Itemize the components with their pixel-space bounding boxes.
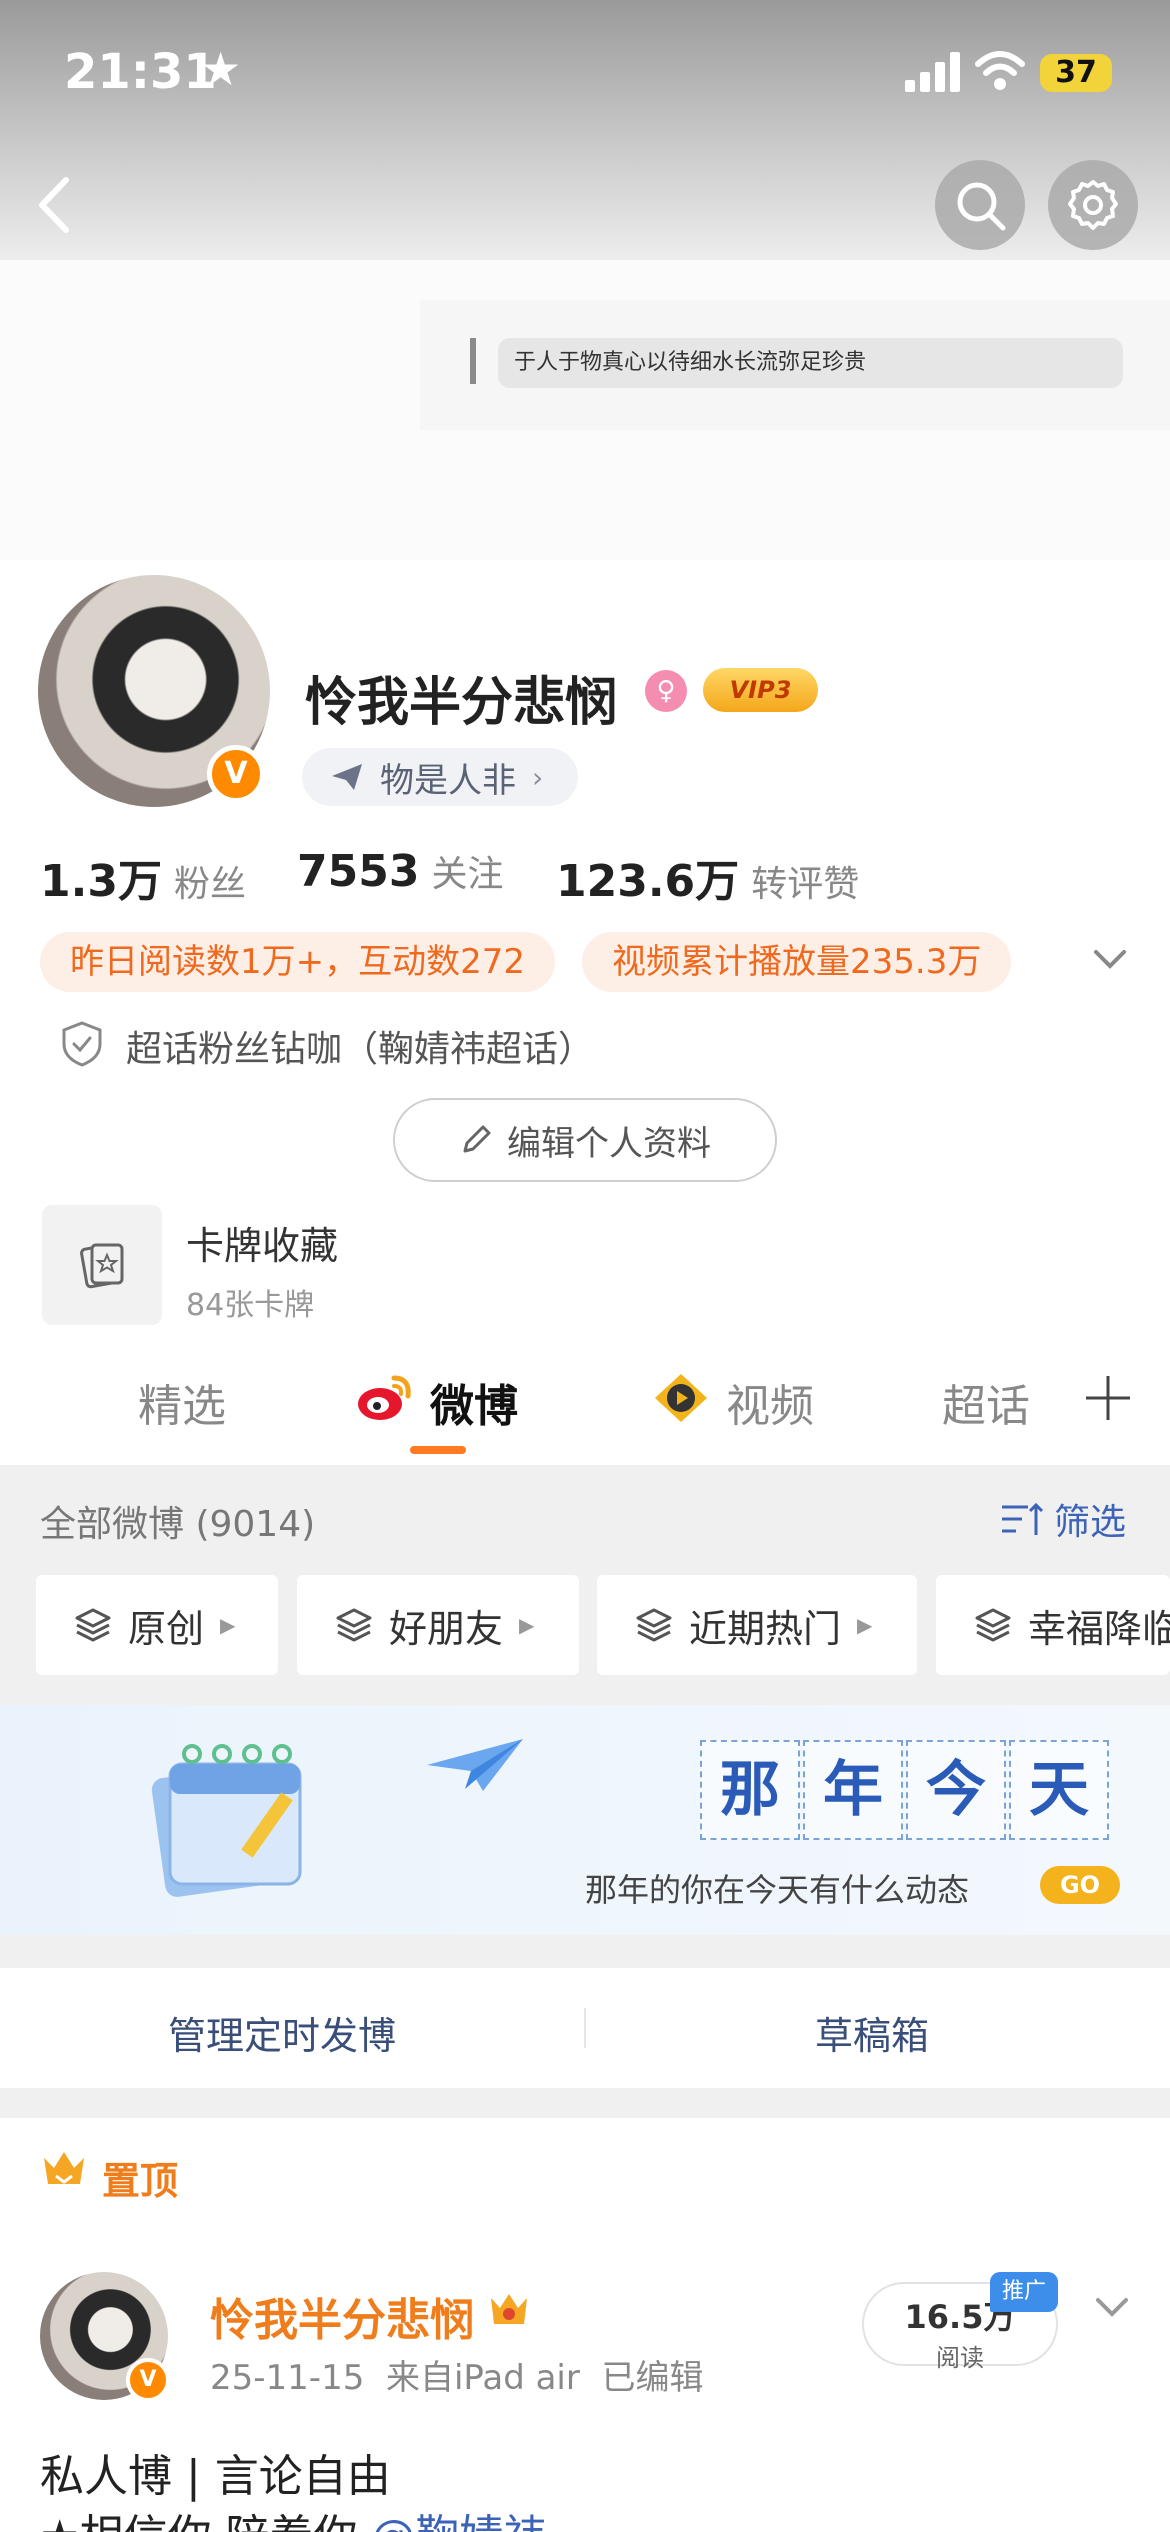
divider bbox=[584, 2008, 586, 2048]
all-posts-count: 全部微博 (9014) bbox=[40, 1504, 316, 1545]
engagement-stat[interactable]: 123.6万 转评赞 bbox=[556, 845, 859, 909]
fans-label: 粉丝 bbox=[173, 864, 246, 905]
card-icon bbox=[80, 1243, 124, 1289]
verified-badge-icon: V bbox=[126, 2358, 170, 2402]
triangle-right-icon: ▶ bbox=[220, 1613, 236, 1637]
text-cursor-bar bbox=[470, 338, 476, 384]
weibo-icon bbox=[358, 1375, 411, 1420]
layers-icon bbox=[75, 1608, 111, 1642]
layers-icon bbox=[336, 1608, 372, 1642]
scheduled-posts-button[interactable]: 管理定时发博 bbox=[168, 2005, 396, 2060]
mention-link[interactable]: @鞠婧祎 bbox=[371, 2511, 547, 2532]
post-text-line-2: ★相信你 陪着你 @鞠婧祎 bbox=[40, 2500, 547, 2532]
profile-tag[interactable]: 物是人非 › bbox=[302, 748, 578, 806]
fan-title[interactable]: 超话粉丝钻咖（鞠婧祎超话） bbox=[126, 1020, 594, 1072]
pinned-label: 置顶 bbox=[102, 2159, 179, 2203]
plus-icon[interactable] bbox=[1082, 1372, 1134, 1424]
tab-supertopic[interactable]: 超话 bbox=[942, 1370, 1030, 1434]
back-arrow-icon[interactable] bbox=[28, 170, 78, 240]
following-label: 关注 bbox=[431, 854, 504, 895]
banner-subtitle: 那年的你在今天有什么动态 bbox=[585, 1871, 970, 1909]
wifi-icon bbox=[975, 51, 1025, 90]
chevron-down-icon[interactable] bbox=[1092, 2292, 1132, 2322]
female-icon: ♀ bbox=[645, 670, 687, 712]
profile-tag-label: 物是人非 bbox=[380, 760, 516, 801]
following-count: 7553 bbox=[297, 846, 420, 897]
username: 怜我半分悲悯 bbox=[305, 673, 618, 733]
paper-plane-icon bbox=[427, 1739, 523, 1791]
tab-featured[interactable]: 精选 bbox=[138, 1370, 226, 1434]
promote-tag[interactable]: 推广 bbox=[990, 2272, 1058, 2312]
pencil-icon bbox=[463, 1125, 491, 1153]
engagement-label: 转评赞 bbox=[751, 864, 860, 905]
post-author-name[interactable]: 怜我半分悲悯 bbox=[210, 2284, 474, 2348]
star-icon: ★ bbox=[200, 42, 242, 96]
edit-profile-button[interactable]: 编辑个人资料 bbox=[393, 1098, 777, 1182]
triangle-right-icon: ▶ bbox=[519, 1613, 535, 1637]
filter-button[interactable]: 筛选 bbox=[1000, 1493, 1126, 1545]
video-badge[interactable]: 视频累计播放量235.3万 bbox=[582, 932, 1012, 992]
settings-button[interactable] bbox=[1048, 160, 1138, 250]
fans-stat[interactable]: 1.3万 粉丝 bbox=[40, 845, 246, 909]
card-collection-button[interactable] bbox=[42, 1205, 162, 1325]
status-time: 21:31 bbox=[64, 44, 217, 100]
chevron-right-icon: › bbox=[532, 760, 544, 794]
card-collection-title[interactable]: 卡牌收藏 bbox=[186, 1215, 338, 1270]
verified-badge-icon: V bbox=[207, 745, 265, 803]
chip-friends-label: 好朋友 bbox=[389, 1606, 504, 1651]
layers-icon bbox=[975, 1608, 1011, 1642]
banner-char-4: 天 bbox=[1009, 1740, 1109, 1840]
engagement-count: 123.6万 bbox=[556, 856, 740, 907]
fans-count: 1.3万 bbox=[40, 856, 162, 907]
paper-plane-icon bbox=[332, 764, 362, 790]
banner-char-1: 那 bbox=[700, 1740, 800, 1840]
post-text-line-1: 私人博 | 言论自由 bbox=[40, 2451, 391, 2502]
gear-icon bbox=[1068, 180, 1118, 230]
edit-profile-label: 编辑个人资料 bbox=[507, 1123, 711, 1164]
chip-trending[interactable]: 近期热门 ▶ bbox=[597, 1575, 917, 1675]
search-icon bbox=[957, 182, 1006, 231]
chip-trending-label: 近期热门 bbox=[689, 1606, 842, 1651]
filter-icon bbox=[1002, 1502, 1044, 1535]
vip-badge[interactable]: VIP3 bbox=[703, 668, 818, 712]
chevron-down-icon[interactable] bbox=[1090, 944, 1130, 974]
cellular-signal-icon bbox=[905, 52, 961, 92]
banner-char-3: 今 bbox=[906, 1740, 1006, 1840]
shield-icon bbox=[62, 1021, 102, 1067]
card-collection-count: 84张卡牌 bbox=[186, 1288, 315, 1323]
crown-icon bbox=[44, 2152, 84, 2184]
drafts-button[interactable]: 草稿箱 bbox=[815, 2005, 929, 2060]
chip-happiness-label: 幸福降临 bbox=[1028, 1606, 1170, 1651]
chip-happiness[interactable]: 幸福降临 bbox=[936, 1575, 1170, 1675]
video-icon bbox=[655, 1374, 707, 1422]
go-button[interactable]: GO bbox=[1040, 1866, 1120, 1904]
active-tab-indicator bbox=[410, 1446, 466, 1454]
chip-friends[interactable]: 好朋友 ▶ bbox=[297, 1575, 579, 1675]
layers-icon bbox=[636, 1608, 672, 1642]
reading-badge[interactable]: 昨日阅读数1万+，互动数272 bbox=[40, 932, 556, 992]
following-stat[interactable]: 7553 关注 bbox=[297, 845, 503, 897]
post-text-line-2-prefix: ★相信你 陪着你 bbox=[40, 2511, 371, 2532]
filter-label: 筛选 bbox=[1054, 1502, 1127, 1543]
tab-video[interactable]: 视频 bbox=[726, 1370, 814, 1434]
search-button[interactable] bbox=[935, 160, 1025, 250]
chip-original[interactable]: 原创 ▶ bbox=[36, 1575, 278, 1675]
battery-indicator: 37 bbox=[1040, 54, 1112, 92]
vip-crown-icon bbox=[491, 2294, 527, 2324]
read-label: 阅读 bbox=[936, 2344, 984, 2372]
calendar-icon bbox=[151, 1744, 302, 1897]
triangle-right-icon: ▶ bbox=[857, 1613, 873, 1637]
signature-input[interactable]: 于人于物真心以待细水长流弥足珍贵 bbox=[498, 338, 1123, 388]
chip-original-label: 原创 bbox=[128, 1606, 205, 1651]
banner-char-2: 年 bbox=[803, 1740, 903, 1840]
post-meta: 25-11-15 来自iPad air 已编辑 bbox=[210, 2358, 704, 2398]
tab-weibo[interactable]: 微博 bbox=[430, 1370, 518, 1434]
